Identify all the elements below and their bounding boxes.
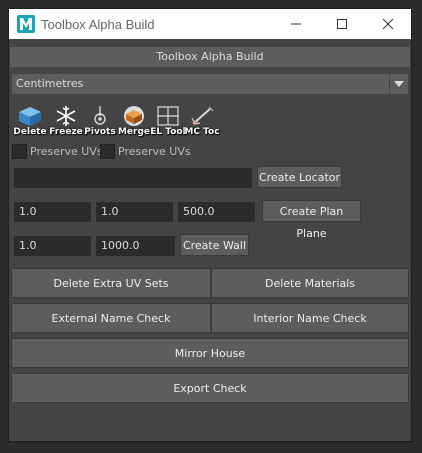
units-dropdown[interactable]: Centimetres [12, 74, 408, 94]
export-check-button[interactable]: Export Check [11, 373, 409, 403]
interior-name-check-button[interactable]: Interior Name Check [211, 303, 409, 333]
tool-el-tool[interactable]: EL Tool [150, 104, 186, 137]
tool-merge-label: Merge [117, 127, 151, 137]
merge-icon [124, 106, 144, 126]
tool-merge[interactable]: Merge [118, 104, 150, 137]
minimize-icon [291, 23, 301, 25]
units-dropdown-value: Centimetres [16, 77, 84, 90]
toolbox-header: Toolbox Alpha Build [10, 47, 410, 67]
multicut-icon [191, 106, 214, 125]
preserve-uvs-label-2: Preserve UVs [118, 145, 191, 158]
close-icon [382, 18, 394, 30]
delete-extra-uv-sets-button[interactable]: Delete Extra UV Sets [11, 268, 211, 298]
tool-delete[interactable]: Delete [13, 104, 47, 137]
tool-delete-label: Delete [13, 127, 47, 137]
tool-freeze[interactable]: Freeze [49, 104, 83, 137]
delete-materials-button[interactable]: Delete Materials [211, 268, 409, 298]
preserve-uvs-checkbox-1[interactable] [12, 144, 27, 159]
pivot-icon [94, 106, 106, 125]
edge-loop-icon [157, 106, 179, 126]
maya-app-icon [17, 15, 35, 33]
preserve-uvs-label-1: Preserve UVs [30, 145, 103, 158]
minimize-button[interactable] [273, 9, 319, 39]
create-wall-button[interactable]: Create Wall [180, 234, 249, 256]
window-title: Toolbox Alpha Build [41, 17, 155, 32]
plan-plane-value-3[interactable]: 500.0 [178, 202, 255, 222]
title-bar[interactable]: Toolbox Alpha Build [9, 9, 411, 39]
freeze-icon [56, 106, 76, 126]
locator-name-input[interactable] [14, 168, 252, 188]
delete-icon [19, 107, 41, 126]
toolbox-window: Toolbox Alpha Build Toolbox Alpha Build … [9, 9, 411, 441]
close-button[interactable] [365, 9, 411, 39]
tool-freeze-label: Freeze [49, 127, 83, 137]
tool-mc-toc[interactable]: MC Toc [184, 104, 220, 137]
tool-mc-toc-label: MC Toc [184, 127, 220, 137]
maximize-icon [337, 19, 347, 29]
plan-plane-value-1[interactable]: 1.0 [14, 202, 91, 222]
maximize-button[interactable] [319, 9, 365, 39]
tool-el-tool-label: EL Tool [150, 127, 186, 137]
external-name-check-button[interactable]: External Name Check [11, 303, 211, 333]
create-locator-button[interactable]: Create Locator [257, 166, 342, 188]
wall-value-2[interactable]: 1000.0 [96, 236, 175, 256]
tool-pivots-label: Pivots [84, 127, 116, 137]
plan-plane-value-2[interactable]: 1.0 [96, 202, 173, 222]
preserve-uvs-checkbox-2[interactable] [100, 144, 115, 159]
wall-value-1[interactable]: 1.0 [14, 236, 91, 256]
mirror-house-button[interactable]: Mirror House [11, 338, 409, 368]
create-plan-plane-button[interactable]: Create Plan Plane [262, 200, 361, 240]
chevron-down-icon[interactable] [389, 74, 408, 94]
tool-pivots[interactable]: Pivots [84, 104, 116, 137]
